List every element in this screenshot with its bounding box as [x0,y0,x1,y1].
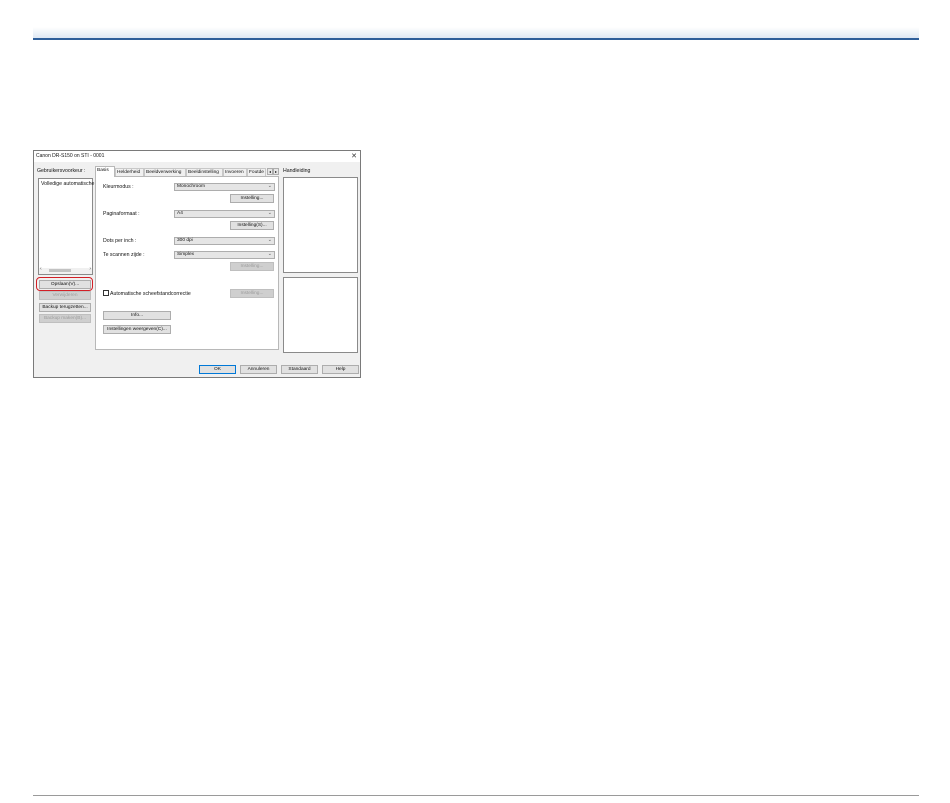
make-backup-button[interactable]: Backup maken(B)... [39,314,91,323]
user-settings-label: Gebruikersvoorkeur : [37,168,86,174]
page-size-select[interactable]: A4 ⌄ [174,210,275,218]
page-size-label: Paginaformaat : [103,211,140,217]
chevron-down-icon: ⌄ [267,237,272,243]
header-rule [33,38,919,40]
restore-backup-button[interactable]: Backup terugzetten... [39,303,91,312]
list-horizontal-scrollbar[interactable]: ‹ › [39,266,92,274]
tab-scroll-right-icon[interactable]: ▸ [273,168,279,175]
footer-rule [33,795,919,796]
guide-panel-top [283,177,358,273]
page-settings-button[interactable]: Instelling(S)... [230,221,274,230]
color-settings-button[interactable]: Instelling... [230,194,274,203]
default-button[interactable]: Standaard [281,365,318,374]
ok-button[interactable]: OK [199,365,236,374]
close-icon[interactable]: ✕ [351,152,357,160]
color-mode-select[interactable]: Monochroom ⌄ [174,183,275,191]
help-button[interactable]: Help [322,365,359,374]
deskew-label: Automatische scheefstandcorrectie [110,291,191,297]
chevron-down-icon: ⌄ [267,183,272,189]
scan-side-select[interactable]: Simplex ⌄ [174,251,275,259]
dpi-select[interactable]: 300 dpi ⌄ [174,237,275,245]
dialog-titlebar: Canon DR-S150 on STI - 0001 ✕ [34,151,360,162]
dpi-label: Dots per inch : [103,238,137,244]
side-settings-button[interactable]: Instelling... [230,262,274,271]
basic-tab-panel: Kleurmodus : Monochroom ⌄ Instelling... … [95,176,279,350]
guide-panel-bottom [283,277,358,353]
chevron-down-icon: ⌄ [267,251,272,257]
deskew-settings-button[interactable]: Instelling... [230,289,274,298]
tab-basis[interactable]: Basis [95,166,115,177]
dpi-value: 300 dpi [177,238,193,243]
deskew-checkbox[interactable] [103,290,109,296]
scan-side-value: Simplex [177,252,195,257]
cancel-button[interactable]: Annuleren [240,365,277,374]
info-button[interactable]: Info... [103,311,171,320]
delete-button[interactable]: Verwijderen [39,291,91,300]
dialog-title: Canon DR-S150 on STI - 0001 [36,153,105,159]
tab-beeldverwerking[interactable]: Beeldverwerking [144,168,186,176]
color-mode-label: Kleurmodus : [103,184,134,190]
scroll-left-icon[interactable]: ‹ [40,266,42,272]
highlight-callout [36,277,93,291]
guide-label: Handleiding [283,168,311,174]
list-item[interactable]: Volledige automatische [41,181,94,187]
tab-beeldinstelling[interactable]: Beeldinstelling [186,168,223,176]
tab-helderheid[interactable]: Helderheid [115,168,144,176]
show-settings-button[interactable]: Instellingen weergeven(C)... [103,325,171,334]
scan-side-label: Te scannen zijde : [103,252,145,258]
user-settings-list[interactable]: Volledige automatische ‹ › [38,178,94,275]
scroll-right-icon[interactable]: › [89,266,91,272]
tab-invoeren[interactable]: Invoeren [223,168,247,176]
page-size-value: A4 [177,211,183,216]
color-mode-value: Monochroom [177,184,205,189]
chevron-down-icon: ⌄ [267,210,272,216]
scroll-thumb[interactable] [49,269,71,272]
tab-foutdetectie[interactable]: Foutde [247,168,266,176]
scanner-settings-dialog: Canon DR-S150 on STI - 0001 ✕ Gebruikers… [33,150,361,378]
